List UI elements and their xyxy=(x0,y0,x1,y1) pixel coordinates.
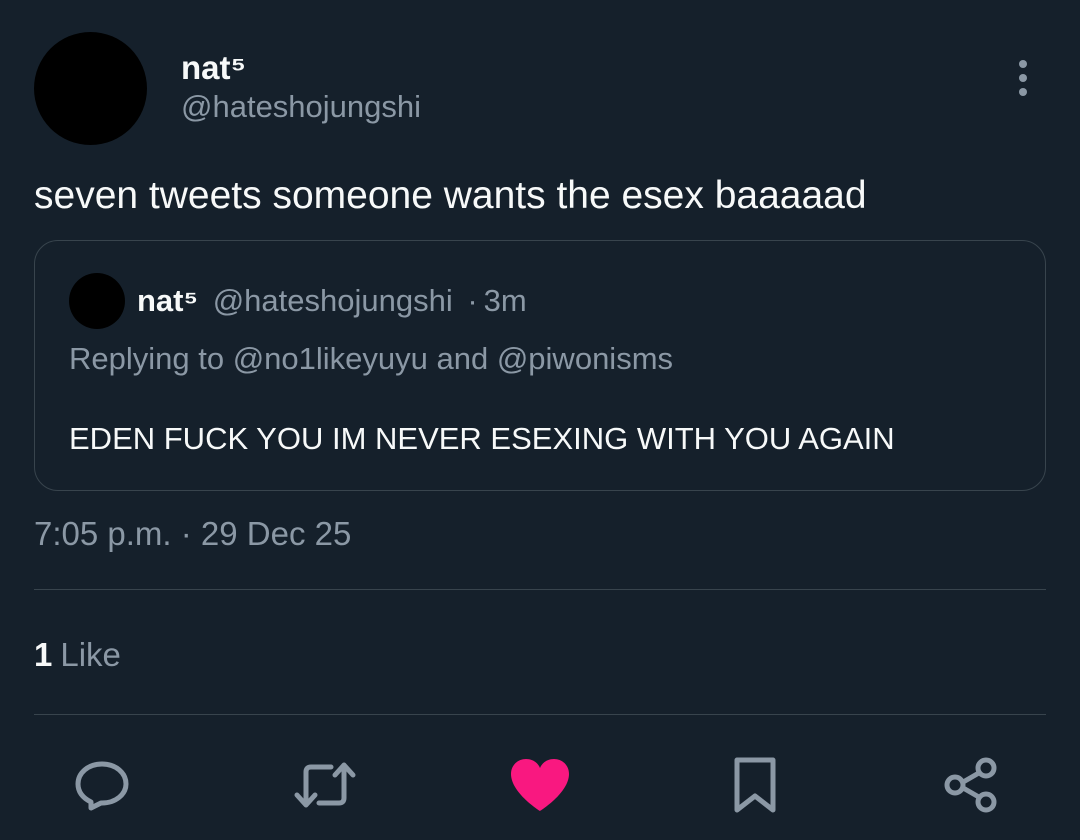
author-display-name[interactable]: nat⁵ xyxy=(181,50,246,86)
quoted-tweet-card[interactable]: nat⁵ @hateshojungshi · 3m Replying to @no… xyxy=(34,240,1046,491)
divider xyxy=(34,714,1046,715)
replying-to-line: Replying to @no1likeyuyu and @piwonisms xyxy=(69,341,674,376)
quoted-author-name: nat⁵ xyxy=(137,283,199,318)
tweet-text: seven tweets someone wants the esex baaa… xyxy=(34,174,867,217)
author-avatar[interactable] xyxy=(34,32,147,145)
quoted-separator: · xyxy=(467,283,478,318)
share-button[interactable] xyxy=(935,750,1005,820)
bookmark-icon xyxy=(734,757,776,813)
likes-label: Like xyxy=(60,636,121,673)
author-handle[interactable]: @hateshojungshi xyxy=(181,89,421,125)
tweet-detail-page: nat⁵ @hateshojungshi seven tweets someon… xyxy=(0,0,1080,840)
likes-summary[interactable]: 1 Like xyxy=(34,636,121,674)
like-icon xyxy=(511,759,569,811)
quoted-tweet-header: nat⁵ @hateshojungshi · 3m xyxy=(137,283,527,319)
more-options-icon[interactable] xyxy=(1008,58,1038,98)
likes-count: 1 xyxy=(34,636,53,673)
reply-button[interactable] xyxy=(67,750,137,820)
tweet-timestamp[interactable]: 7:05 p.m. · 29 Dec 25 xyxy=(34,515,351,553)
quoted-author-avatar xyxy=(69,273,125,329)
quoted-tweet-text: EDEN FUCK YOU IM NEVER ESEXING WITH YOU … xyxy=(69,421,895,456)
retweet-button[interactable] xyxy=(290,750,360,820)
quoted-author-handle: @hateshojungshi xyxy=(212,283,453,318)
reply-icon xyxy=(75,761,129,811)
divider xyxy=(34,589,1046,590)
like-button[interactable] xyxy=(505,750,575,820)
quoted-tweet-time: 3m xyxy=(483,283,527,318)
retweet-icon xyxy=(294,762,356,808)
share-icon xyxy=(944,757,997,813)
bookmark-button[interactable] xyxy=(720,750,790,820)
